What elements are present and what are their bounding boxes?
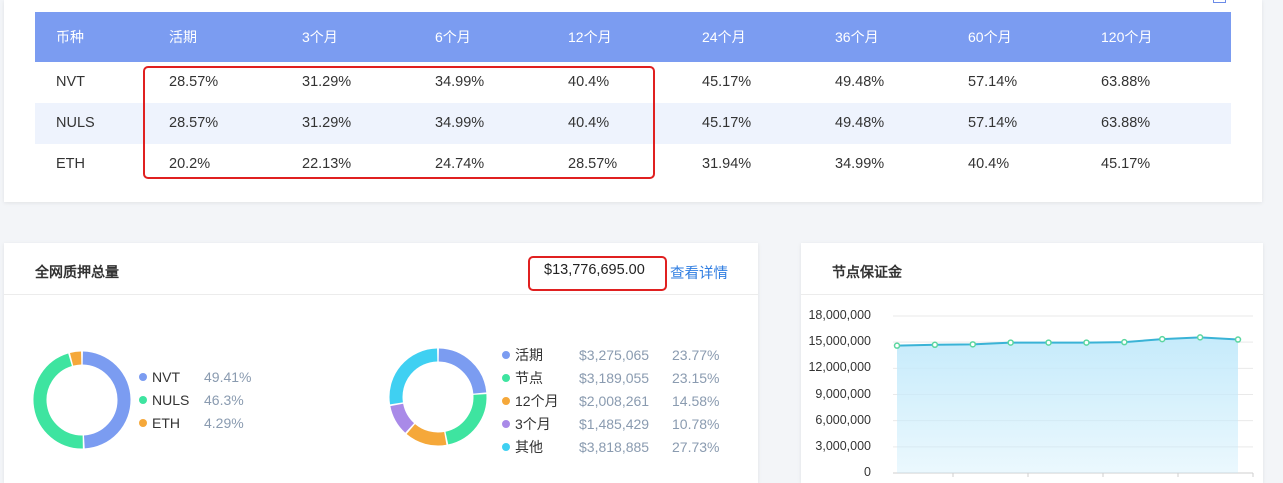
data-point[interactable] bbox=[969, 341, 977, 348]
header-120m: 120个月 bbox=[1101, 29, 1153, 45]
header-24m: 24个月 bbox=[702, 29, 746, 45]
coin-cell: ETH bbox=[56, 156, 85, 172]
legend-amount: $2,008,261 bbox=[579, 393, 650, 409]
data-point[interactable] bbox=[1196, 334, 1204, 341]
term-donut-chart bbox=[389, 348, 487, 446]
rate-table-header: 币种 活期 3个月 6个月 12个月 24个月 36个月 60个月 120个月 bbox=[35, 12, 1231, 62]
legend-amount: $3,189,055 bbox=[579, 370, 650, 386]
header-demand: 活期 bbox=[169, 29, 197, 45]
rate-cell: 34.99% bbox=[835, 156, 885, 172]
legend-label: NULS bbox=[152, 392, 190, 408]
donut-slice[interactable] bbox=[445, 394, 487, 445]
node-deposit-card: 节点保证金 18,000,000 15,000,000 12,000,000 9,00… bbox=[801, 243, 1263, 483]
stake-total-card: 全网质押总量 $13,776,695.00 查看详情 NVT 49.41% NULS… bbox=[4, 243, 758, 483]
legend-dot-icon bbox=[502, 443, 510, 451]
asset-donut-chart bbox=[33, 351, 131, 449]
data-point[interactable] bbox=[931, 341, 939, 349]
data-point[interactable] bbox=[893, 342, 901, 349]
legend-dot-icon bbox=[139, 419, 147, 427]
legend-label: 活期 bbox=[515, 347, 543, 363]
rate-table-card: 币种 活期 3个月 6个月 12个月 24个月 36个月 60个月 120个月 … bbox=[4, 0, 1262, 202]
highlight-box bbox=[528, 256, 667, 291]
legend-dot-icon bbox=[502, 397, 510, 405]
data-point[interactable] bbox=[1121, 338, 1128, 346]
legend-label: NVT bbox=[152, 369, 180, 385]
rate-cell: 49.48% bbox=[835, 115, 885, 131]
coin-cell: NULS bbox=[56, 115, 95, 131]
legend-percent: 10.78% bbox=[672, 416, 720, 432]
header-coin: 币种 bbox=[56, 29, 84, 45]
header-3m: 3个月 bbox=[302, 29, 338, 45]
header-12m: 12个月 bbox=[568, 29, 612, 45]
legend-dot-icon bbox=[502, 351, 510, 359]
donut-slice[interactable] bbox=[389, 348, 438, 405]
legend-percent: 4.29% bbox=[204, 415, 244, 431]
legend-percent: 23.15% bbox=[672, 370, 720, 386]
stake-title: 全网质押总量 bbox=[35, 264, 119, 280]
legend-label: 节点 bbox=[515, 370, 543, 386]
rate-cell: 31.94% bbox=[702, 156, 752, 172]
donut-slice[interactable] bbox=[82, 351, 131, 449]
legend-label: 其他 bbox=[515, 439, 543, 455]
header-36m: 36个月 bbox=[835, 29, 879, 45]
card-divider bbox=[4, 294, 758, 295]
rate-cell: 63.88% bbox=[1101, 74, 1151, 90]
chart-toggle-icon[interactable] bbox=[1213, 0, 1226, 3]
header-6m: 6个月 bbox=[435, 29, 471, 45]
rate-cell: 45.17% bbox=[702, 115, 752, 131]
rate-cell: 49.48% bbox=[835, 74, 885, 90]
legend-label: ETH bbox=[152, 415, 180, 431]
data-point[interactable] bbox=[1083, 339, 1090, 346]
area-fill bbox=[897, 337, 1238, 473]
donut-slice[interactable] bbox=[69, 351, 82, 366]
legend-amount: $1,485,429 bbox=[579, 416, 650, 432]
donut-slice[interactable] bbox=[406, 423, 447, 446]
legend-dot-icon bbox=[502, 374, 510, 382]
donut-slice[interactable] bbox=[390, 403, 415, 433]
legend-percent: 23.77% bbox=[672, 347, 720, 363]
legend-dot-icon bbox=[139, 373, 147, 381]
coin-cell: NVT bbox=[56, 74, 85, 90]
legend-label: 12个月 bbox=[515, 393, 559, 409]
legend-dot-icon bbox=[502, 420, 510, 428]
legend-dot-icon bbox=[139, 396, 147, 404]
legend-label: 3个月 bbox=[515, 416, 551, 432]
node-area-chart bbox=[893, 315, 1254, 477]
donut-slice[interactable] bbox=[33, 353, 83, 449]
legend-percent: 27.73% bbox=[672, 439, 720, 455]
legend-percent: 14.58% bbox=[672, 393, 720, 409]
view-details-link[interactable]: 查看详情 bbox=[670, 262, 728, 283]
header-60m: 60个月 bbox=[968, 29, 1012, 45]
rate-cell: 57.14% bbox=[968, 74, 1018, 90]
rate-cell: 57.14% bbox=[968, 115, 1018, 131]
donut-slice[interactable] bbox=[438, 348, 487, 394]
legend-percent: 49.41% bbox=[204, 369, 252, 385]
highlight-box bbox=[143, 66, 655, 179]
rate-cell: 45.17% bbox=[702, 74, 752, 90]
rate-cell: 40.4% bbox=[968, 156, 1010, 172]
data-point[interactable] bbox=[1007, 339, 1014, 346]
rate-cell: 45.17% bbox=[1101, 156, 1151, 172]
legend-amount: $3,818,885 bbox=[579, 439, 650, 455]
data-point[interactable] bbox=[1234, 336, 1242, 343]
rate-cell: 63.88% bbox=[1101, 115, 1151, 131]
data-point[interactable] bbox=[1158, 335, 1166, 343]
legend-percent: 46.3% bbox=[204, 392, 244, 408]
legend-amount: $3,275,065 bbox=[579, 347, 650, 363]
data-point[interactable] bbox=[1045, 339, 1052, 346]
